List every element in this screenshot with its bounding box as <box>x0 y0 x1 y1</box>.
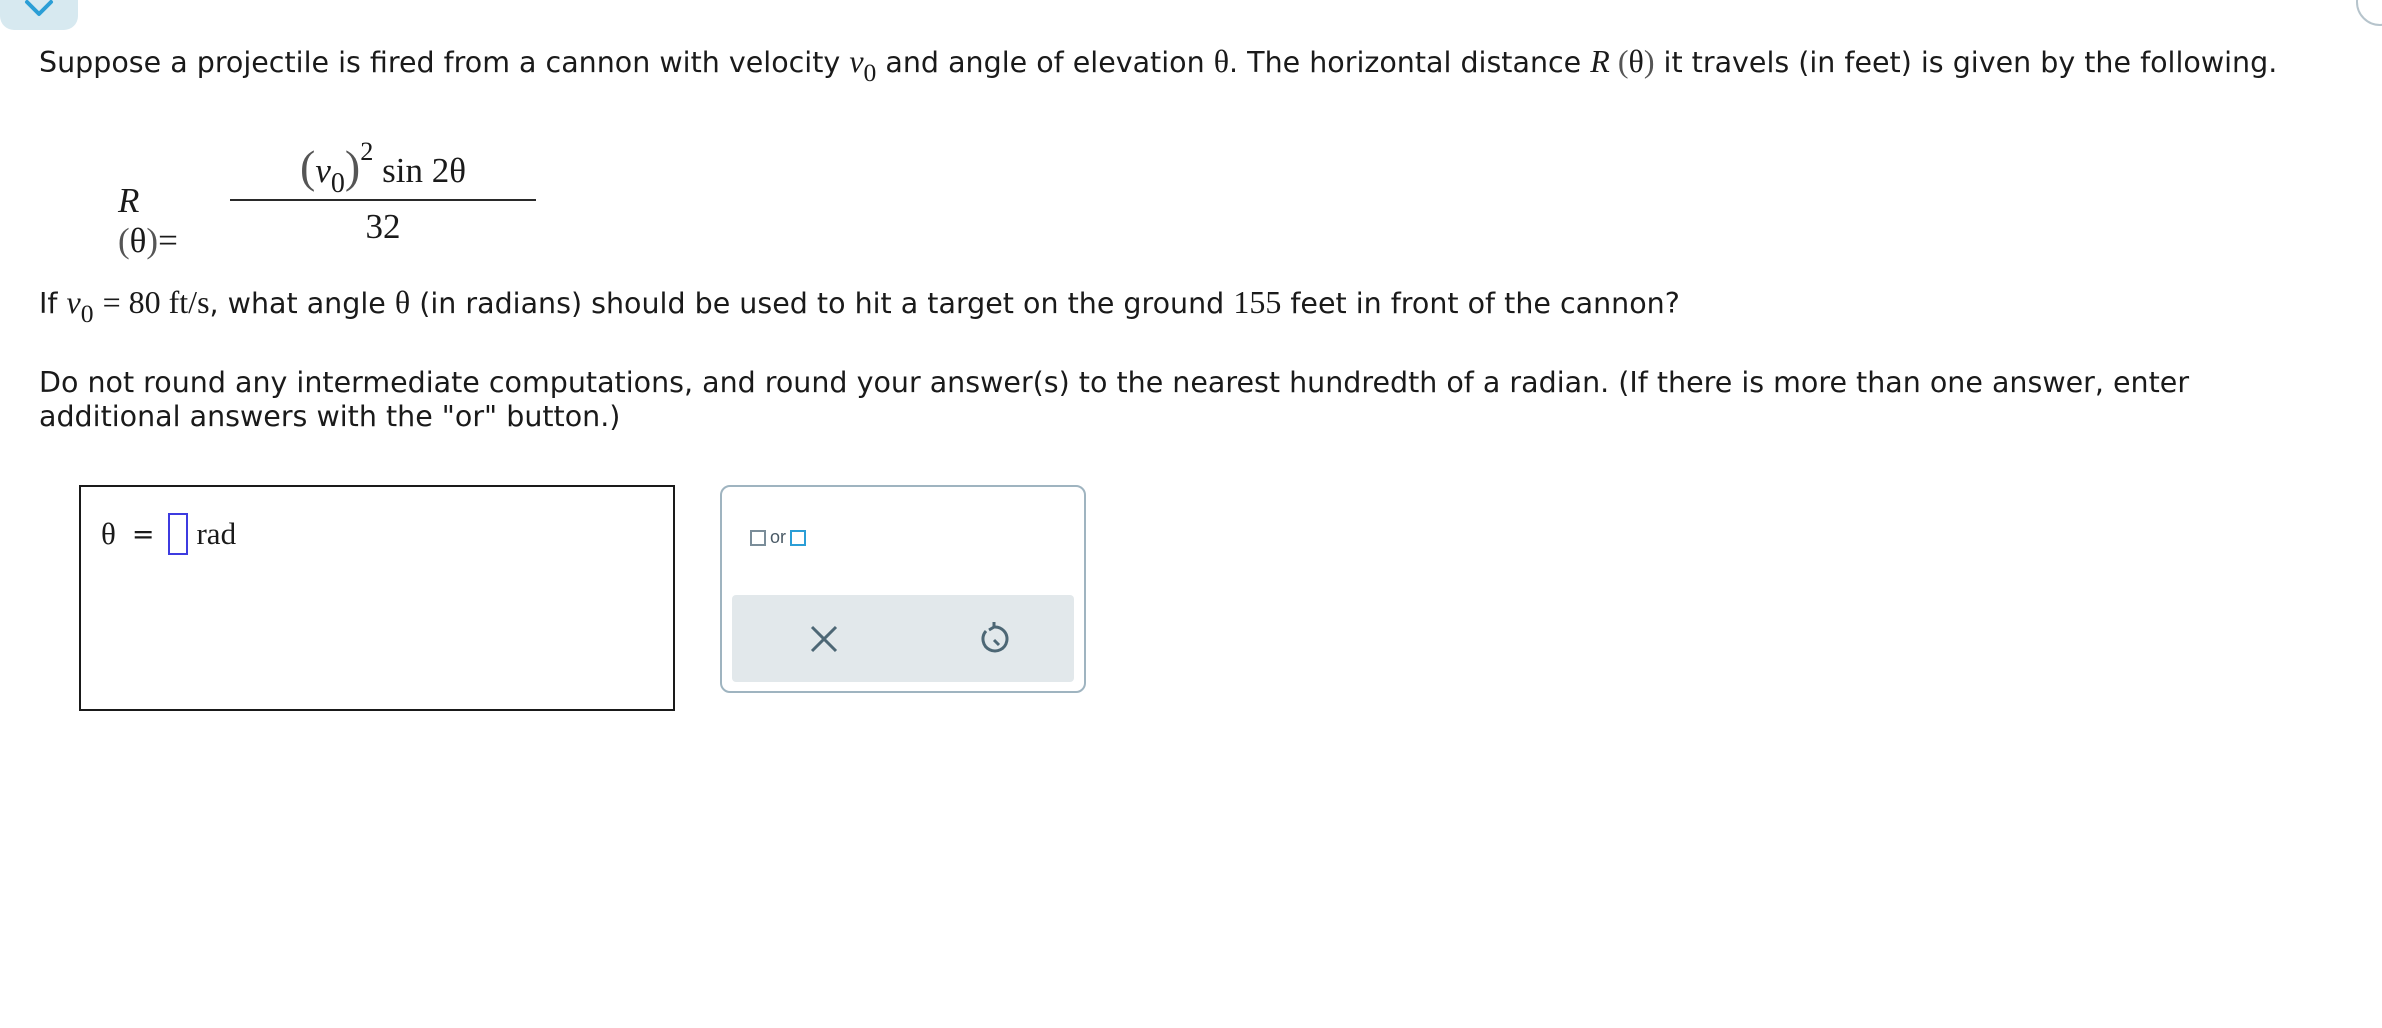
answer-input[interactable] <box>168 513 189 555</box>
intro-text: Suppose a projectile is fired from a can… <box>39 46 841 79</box>
theta-symbol: θ <box>394 284 411 320</box>
clear-button[interactable] <box>764 595 884 682</box>
undo-icon <box>981 621 1009 652</box>
answer-unit: rad <box>196 516 237 551</box>
answer-row: θ = rad <box>101 513 236 555</box>
theta-symbol: θ <box>1213 43 1230 79</box>
formula-numerator: (v0)2 sin 2θ <box>300 136 466 199</box>
action-bar <box>732 595 1074 682</box>
or-button[interactable]: or <box>750 527 807 548</box>
answer-area[interactable]: θ = rad <box>79 485 675 711</box>
collapse-tab[interactable] <box>0 0 78 30</box>
undo-button[interactable] <box>934 595 1054 682</box>
intro-text: and angle of elevation <box>885 46 1205 79</box>
R-theta-symbol: R (θ) <box>1590 43 1655 79</box>
close-icon <box>810 625 838 652</box>
problem-instructions: Do not round any intermediate computatio… <box>39 366 2190 433</box>
formula-denominator: 32 <box>365 207 401 246</box>
box-icon <box>790 529 807 546</box>
question-text: (in radians) should be used to hit a tar… <box>419 287 1225 320</box>
answer-tools-panel: or <box>720 485 1086 693</box>
question-text: , what angle <box>209 287 386 320</box>
or-label: or <box>770 527 787 547</box>
intro-text: it travels (in feet) is given by the fol… <box>1663 46 2278 79</box>
problem-question: If v0 = 80 ft/s, what angle θ (in radian… <box>39 284 1680 328</box>
chevron-down-icon <box>25 0 53 16</box>
intro-text: . The horizontal distance <box>1229 46 1582 79</box>
answer-variable: θ <box>101 516 116 551</box>
problem-intro: Suppose a projectile is fired from a can… <box>39 43 2278 87</box>
formula-lhs: R (θ)= <box>118 181 178 260</box>
box-icon <box>750 529 766 546</box>
question-text: feet in front of the cannon? <box>1290 287 1680 320</box>
formula-fraction: (v0)2 sin 2θ 32 <box>230 128 536 253</box>
question-text: If <box>39 287 58 320</box>
answer-equals: = <box>131 518 155 550</box>
fraction-bar <box>230 199 536 201</box>
v0-symbol: v0 <box>66 284 94 328</box>
given-velocity: = 80 ft/s <box>102 284 210 320</box>
target-distance: 155 <box>1233 284 1282 320</box>
corner-circle-button[interactable] <box>2356 0 2382 26</box>
v0-symbol: v0 <box>849 43 877 87</box>
